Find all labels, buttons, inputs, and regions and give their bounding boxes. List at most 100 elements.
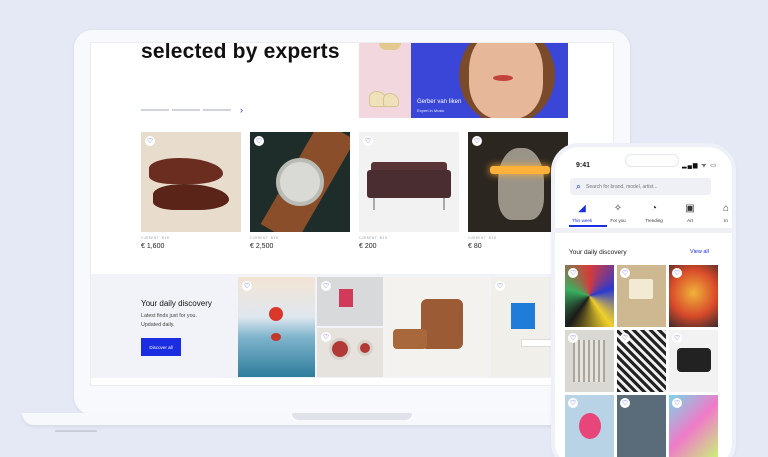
this-week-icon: ◢: [578, 203, 586, 214]
heart-icon[interactable]: ♡: [321, 332, 331, 342]
discovery-tile-armchair[interactable]: [385, 277, 489, 377]
heart-icon[interactable]: ♡: [672, 268, 682, 278]
grid-item[interactable]: ♡: [617, 265, 666, 327]
bid-label: CURRENT BID: [141, 237, 170, 241]
sphere-shape: [269, 307, 283, 321]
search-icon[interactable]: ⌕: [576, 182, 581, 191]
heart-icon[interactable]: ♡: [568, 333, 578, 343]
phone-tab-bar: ◢ This week ✧ For you ◔ Trending ▣ Art ⌂…: [567, 203, 732, 223]
discovery-tile-seascape[interactable]: ♡: [238, 277, 315, 377]
laptop-foot: [55, 430, 97, 432]
heart-icon[interactable]: ♡: [495, 281, 505, 291]
heart-icon[interactable]: ♡: [672, 333, 682, 343]
sofa-body: [367, 170, 451, 198]
sofa-leg: [373, 198, 375, 210]
watch-dial: [276, 158, 324, 206]
hero-expert-card[interactable]: Gerber van Iiken Expert in Music: [411, 43, 568, 118]
search-input[interactable]: [586, 183, 697, 190]
grid-item[interactable]: ♡: [669, 330, 718, 392]
bid-label: CURRENT BID: [250, 237, 279, 241]
grid-item[interactable]: ♡: [617, 395, 666, 457]
product-image-loafers[interactable]: ♡: [141, 132, 241, 232]
tab-art[interactable]: ▣ Art: [675, 203, 705, 223]
dynamic-island: [625, 154, 679, 167]
grid-item[interactable]: ♡: [565, 265, 614, 327]
view-all-link[interactable]: View all: [690, 249, 709, 255]
grid-item[interactable]: ♡: [669, 265, 718, 327]
expert-role: Expert in Music: [417, 108, 445, 113]
interior-icon: ⌂: [722, 203, 730, 214]
bust-head: [498, 148, 544, 220]
carousel-dot[interactable]: [141, 109, 169, 111]
discover-all-button[interactable]: Discover all: [141, 338, 181, 356]
bid-price: € 200: [359, 243, 377, 250]
product-card[interactable]: ♡ CURRENT BID € 200: [359, 132, 459, 250]
heart-icon[interactable]: ♡: [472, 136, 482, 146]
phone-search-bar[interactable]: ⌕: [570, 178, 711, 195]
grid-item[interactable]: ♡: [565, 330, 614, 392]
hero-shoes-image[interactable]: [359, 43, 411, 118]
section-divider: [555, 228, 732, 233]
wall-art: [511, 303, 535, 329]
chevron-right-icon[interactable]: ›: [240, 106, 243, 115]
expert-portrait-lips: [493, 75, 513, 81]
shoe-shape: [149, 158, 223, 184]
product-card[interactable]: ♡ CURRENT BID € 2,500: [250, 132, 350, 250]
laptop-screen: selected by experts › Gerber van Iiken E…: [90, 42, 614, 386]
heart-icon[interactable]: ♡: [672, 398, 682, 408]
discovery-line: Updated daily.: [141, 321, 175, 328]
bid-price: € 1,600: [141, 243, 165, 250]
discovery-line: Latest finds just for you.: [141, 313, 197, 319]
tab-label: For you: [610, 218, 626, 223]
carousel-dot[interactable]: [203, 109, 231, 111]
heart-icon[interactable]: ♡: [321, 281, 331, 291]
product-row: ♡ CURRENT BID € 1,600 ♡ CURRENT BID € 2,…: [141, 132, 568, 250]
tab-label: This week: [571, 218, 593, 223]
product-image-sofa[interactable]: ♡: [359, 132, 459, 232]
heart-icon[interactable]: ♡: [568, 268, 578, 278]
armchair-shape: [421, 299, 463, 349]
product-card[interactable]: ♡ CURRENT BID € 80: [468, 132, 568, 250]
tab-interior[interactable]: ⌂ In: [711, 203, 732, 223]
active-tab-indicator: [569, 225, 607, 227]
heart-icon[interactable]: ♡: [620, 268, 630, 278]
shoe-shape: [383, 93, 399, 107]
art-icon: ▣: [685, 203, 695, 214]
wall-art: [339, 289, 353, 307]
product-image-watch[interactable]: ♡: [250, 132, 350, 232]
carousel-indicator[interactable]: ›: [141, 106, 243, 115]
heart-icon[interactable]: ♡: [254, 136, 264, 146]
grid-item[interactable]: ♡: [617, 330, 666, 392]
shoe-shape: [153, 184, 229, 210]
status-icons: ▂▄▆ ᯤ ▭: [682, 163, 717, 169]
discovery-tile-room[interactable]: ♡: [317, 277, 383, 326]
phone-discovery-grid: ♡ ♡ ♡ ♡ ♡ ♡ ♡ ♡ ♡: [565, 265, 718, 457]
discovery-tile-lamps[interactable]: ♡: [317, 328, 383, 377]
laptop-notch: [292, 413, 412, 420]
bid-price: € 2,500: [250, 243, 274, 250]
tab-label: Trending: [645, 218, 663, 223]
heart-icon[interactable]: ♡: [145, 136, 155, 146]
lamp-shape: [329, 338, 351, 360]
ottoman-shape: [393, 329, 427, 349]
heart-icon[interactable]: ♡: [620, 333, 630, 343]
heart-icon[interactable]: ♡: [242, 281, 252, 291]
product-card[interactable]: ♡ CURRENT BID € 1,600: [141, 132, 241, 250]
tab-this-week[interactable]: ◢ This week: [567, 203, 597, 223]
discovery-description: Latest finds just for you. Updated daily…: [141, 312, 226, 329]
shoe-shape: [379, 43, 401, 50]
carousel-dot[interactable]: [172, 109, 200, 111]
tab-for-you[interactable]: ✧ For you: [603, 203, 633, 223]
heart-icon[interactable]: ♡: [620, 398, 630, 408]
grid-item[interactable]: ♡: [669, 395, 718, 457]
grid-item[interactable]: ♡: [565, 395, 614, 457]
daily-discovery-section: Your daily discovery Latest finds just f…: [91, 274, 613, 378]
neon-band: [490, 166, 550, 174]
tab-trending[interactable]: ◔ Trending: [639, 203, 669, 223]
phone-frame: 9:41 ▂▄▆ ᯤ ▭ ⌕ ◢ This week ✧ For you ◔ T…: [555, 147, 732, 457]
status-time: 9:41: [576, 162, 591, 169]
sparkle-icon: ✧: [613, 203, 623, 214]
heart-icon[interactable]: ♡: [568, 398, 578, 408]
heart-icon[interactable]: ♡: [363, 136, 373, 146]
product-image-bust[interactable]: ♡: [468, 132, 568, 232]
